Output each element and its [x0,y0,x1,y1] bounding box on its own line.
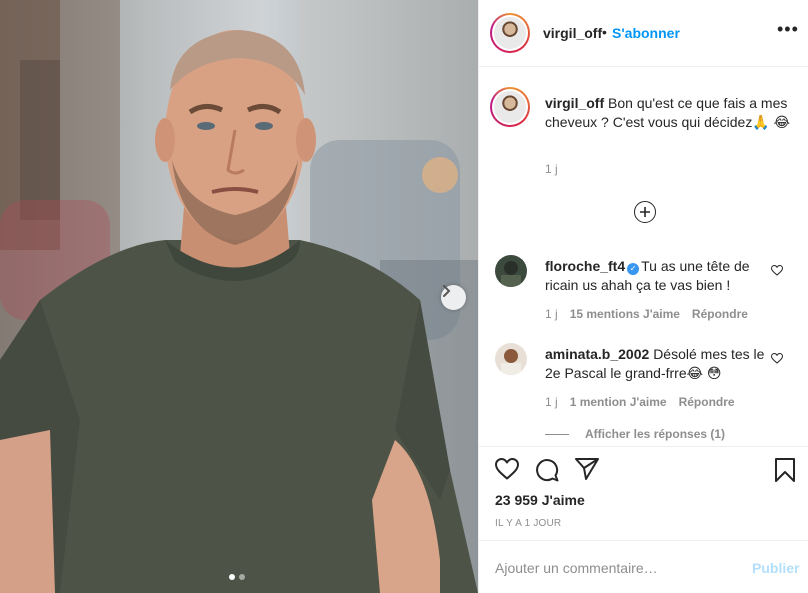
verified-badge-icon: ✓ [627,263,640,275]
post-header: virgil_off • S'abonner ••• [479,0,808,67]
commenter-avatar[interactable] [495,255,527,287]
more-icon[interactable]: ••• [777,19,799,40]
view-replies-button[interactable]: Afficher les réponses (1) [545,427,725,441]
view-replies-label: Afficher les réponses (1) [585,427,726,441]
next-photo-button[interactable] [441,285,466,310]
comment-time: 1 j [545,307,558,321]
post-photo[interactable] [0,0,478,593]
replies-divider [545,433,569,435]
post-date: IL Y A 1 JOUR [495,518,562,529]
reply-button[interactable]: Répondre [679,395,735,409]
like-heart-icon[interactable] [495,458,519,480]
carousel-dot-active [229,574,235,580]
publish-button[interactable]: Publier [752,560,799,576]
carousel-indicator [229,574,245,580]
header-separator: • [602,24,607,40]
commenter-avatar[interactable] [495,343,527,375]
follow-button[interactable]: S'abonner [612,25,680,41]
post-side-panel: virgil_off • S'abonner ••• virgil_off Bo… [478,0,808,593]
share-send-icon[interactable] [575,458,599,480]
caption-username[interactable]: virgil_off [545,95,604,111]
comment-body: floroche_ft4 ✓ Tu as une tête de ricain us… [545,257,773,295]
load-more-comments-button[interactable] [634,201,656,223]
comment-time: 1 j [545,395,558,409]
comment-input[interactable] [495,557,735,579]
comment-bubble-icon[interactable] [535,458,559,482]
caption-time: 1 j [545,162,558,176]
chevron-right-icon [443,285,451,297]
commenter-username[interactable]: floroche_ft4 [545,258,625,274]
actions-divider [479,446,808,447]
comment-meta: 1 j 15 mentions J'aime Répondre [545,307,748,321]
heart-outline-icon[interactable] [771,353,783,364]
add-comment-bar: Publier [479,540,808,593]
plus-circle-icon [640,207,650,217]
comment-likes[interactable]: 1 mention J'aime [570,395,667,409]
reply-button[interactable]: Répondre [692,307,748,321]
portrait-illustration [0,0,478,593]
heart-outline-icon[interactable] [771,265,783,276]
caption-avatar[interactable] [490,87,530,127]
carousel-dot [239,574,245,580]
comment-body: aminata.b_2002 Désolé mes tes le 2e Pasc… [545,345,773,383]
likes-count[interactable]: 23 959 J'aime [495,492,585,508]
caption: virgil_off Bon qu'est ce que fais a mes … [545,94,803,132]
author-username[interactable]: virgil_off [543,25,602,41]
commenter-username[interactable]: aminata.b_2002 [545,346,649,362]
comment-likes[interactable]: 15 mentions J'aime [570,307,680,321]
comment-meta: 1 j 1 mention J'aime Répondre [545,395,735,409]
author-avatar[interactable] [490,13,530,53]
save-bookmark-icon[interactable] [775,458,795,482]
